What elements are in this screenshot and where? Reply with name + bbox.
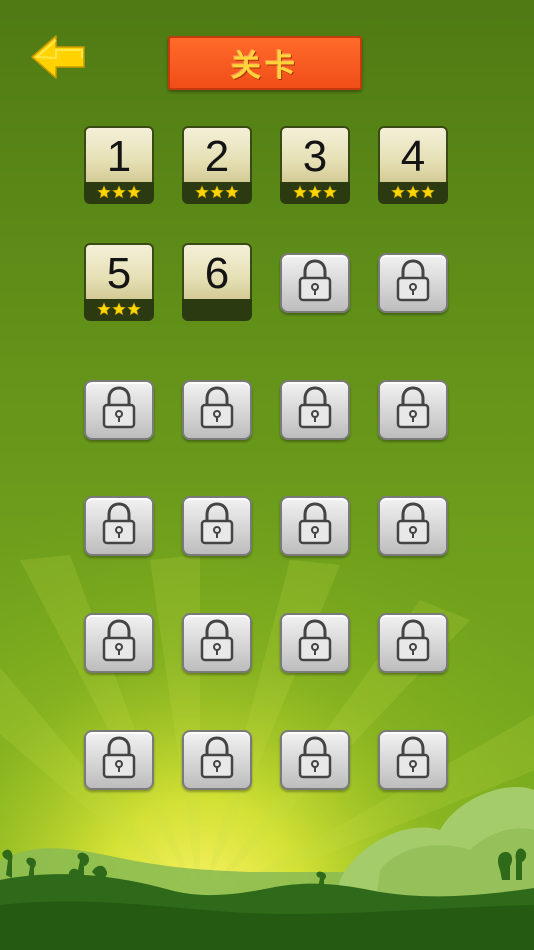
locked-level-button [84,613,154,673]
locked-level-button [280,730,350,790]
locked-face [280,496,350,556]
locked-face [378,496,448,556]
star-icon [127,301,141,320]
locked-level-button [182,496,252,556]
star-rating [280,182,350,204]
level-number: 2 [204,132,230,181]
locked-face [378,380,448,440]
locked-level-button [84,496,154,556]
star-icon [210,184,224,203]
level-face: 6 [182,243,252,301]
padlock-icon [197,736,237,784]
level-button-6[interactable]: 6 [182,243,252,321]
level-number: 1 [106,132,132,181]
locked-face [280,730,350,790]
locked-face [182,730,252,790]
star-icon [323,184,337,203]
padlock-icon [393,619,433,667]
locked-level-button [280,380,350,440]
padlock-icon [99,619,139,667]
star-icon [391,184,405,203]
star-icon [195,184,209,203]
locked-level-button [280,496,350,556]
locked-level-button [378,613,448,673]
level-button-5[interactable]: 5 [84,243,154,321]
level-number: 4 [400,132,426,181]
locked-face [84,730,154,790]
padlock-icon [197,619,237,667]
padlock-icon [295,619,335,667]
padlock-icon [393,259,433,307]
level-number: 5 [106,249,132,298]
level-button-3[interactable]: 3 [280,126,350,204]
level-grid: 1 2 3 4 5 6 [0,0,534,950]
star-icon [112,301,126,320]
padlock-icon [99,502,139,550]
star-icon [127,184,141,203]
padlock-icon [393,736,433,784]
star-rating [84,182,154,204]
star-icon [421,184,435,203]
locked-level-button [84,730,154,790]
locked-face [182,496,252,556]
level-face: 3 [280,126,350,184]
star-icon [112,184,126,203]
level-face: 5 [84,243,154,301]
padlock-icon [295,259,335,307]
level-button-2[interactable]: 2 [182,126,252,204]
level-button-1[interactable]: 1 [84,126,154,204]
level-face: 2 [182,126,252,184]
locked-face [378,613,448,673]
padlock-icon [295,386,335,434]
locked-level-button [378,496,448,556]
locked-level-button [84,380,154,440]
locked-face [84,613,154,673]
locked-face [84,496,154,556]
level-number: 3 [302,132,328,181]
locked-level-button [378,253,448,313]
padlock-icon [295,502,335,550]
padlock-icon [99,386,139,434]
locked-level-button [378,730,448,790]
star-icon [97,184,111,203]
locked-face [378,253,448,313]
locked-level-button [182,730,252,790]
star-rating [182,299,252,321]
star-rating [182,182,252,204]
locked-level-button [280,253,350,313]
locked-face [84,380,154,440]
star-rating [84,299,154,321]
star-icon [406,184,420,203]
locked-face [280,613,350,673]
locked-level-button [280,613,350,673]
locked-face [182,380,252,440]
locked-face [280,253,350,313]
star-icon [308,184,322,203]
locked-face [378,730,448,790]
level-number: 6 [204,249,230,298]
padlock-icon [197,502,237,550]
locked-level-button [182,613,252,673]
locked-face [280,380,350,440]
level-button-4[interactable]: 4 [378,126,448,204]
star-icon [293,184,307,203]
locked-level-button [378,380,448,440]
padlock-icon [295,736,335,784]
locked-face [182,613,252,673]
padlock-icon [99,736,139,784]
star-icon [97,301,111,320]
padlock-icon [197,386,237,434]
locked-level-button [182,380,252,440]
padlock-icon [393,502,433,550]
star-icon [225,184,239,203]
level-face: 1 [84,126,154,184]
level-face: 4 [378,126,448,184]
star-rating [378,182,448,204]
padlock-icon [393,386,433,434]
